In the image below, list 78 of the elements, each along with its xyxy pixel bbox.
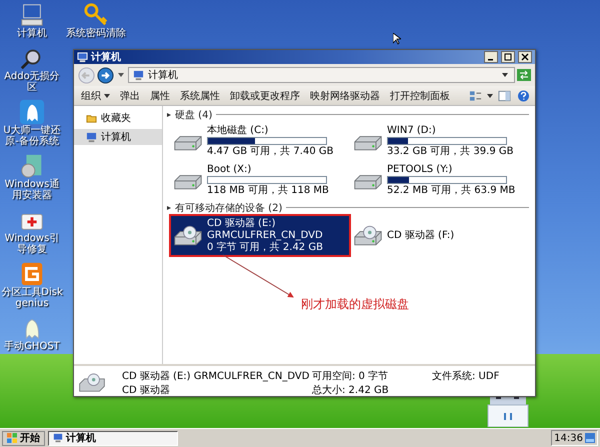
folder-icon (86, 112, 97, 124)
volume-label: GRMCULFRER_CN_DVD (207, 230, 323, 241)
mouse-cursor-icon (393, 33, 401, 45)
collapse-icon[interactable] (167, 206, 171, 210)
drive-item[interactable]: WIN7 (D:) 33.2 GB 可用，共 39.9 GB (351, 123, 529, 159)
drive-name: PETOOLS (Y:) (387, 164, 454, 175)
caret-icon[interactable] (502, 73, 508, 77)
desktop-icon-label[interactable]: 计算机 (1, 28, 63, 39)
cd-drive-icon (173, 224, 203, 246)
nav-label: 收藏夹 (101, 112, 131, 125)
drive-item[interactable]: 本地磁盘 (C:) 4.47 GB 可用，共 7.40 GB (171, 123, 349, 159)
drive-item[interactable]: CD 驱动器 (F:) (351, 216, 529, 255)
drive-space-text: 4.47 GB 可用，共 7.40 GB (207, 146, 334, 157)
nav-item[interactable]: 计算机 (74, 129, 162, 145)
drive-item[interactable]: CD 驱动器 (E:) GRMCULFRER_CN_DVD 0 字节 可用，共 2.42 GB (171, 216, 349, 255)
nav-item[interactable]: 收藏夹 (74, 110, 162, 126)
desktop-icon-label[interactable]: 系统密码清除 (65, 28, 127, 39)
computer-icon (53, 433, 63, 443)
drive-name: 本地磁盘 (C:) (207, 125, 270, 136)
show-desktop-icon[interactable] (585, 433, 595, 443)
desktop-icon-label[interactable]: U大师一键还原-备份系统 (1, 125, 63, 147)
toolbar-button[interactable]: 系统属性 (175, 87, 225, 104)
toolbar-button[interactable]: 映射网络驱动器 (305, 87, 385, 104)
drive-space-text: 118 MB 可用，共 118 MB (207, 185, 329, 196)
detail-total-size: 总大小: 2.42 GB (312, 384, 390, 397)
minimize-button[interactable] (484, 51, 498, 63)
help-icon[interactable] (517, 90, 530, 102)
drive-name: WIN7 (D:) (387, 125, 437, 136)
address-text: 计算机 (148, 68, 178, 82)
refresh-button[interactable] (517, 69, 531, 81)
computer-icon (77, 52, 88, 62)
maximize-button[interactable] (501, 51, 515, 63)
clock: 14:36 (554, 432, 583, 444)
annotation-text: 刚才加载的虚拟磁盘 (301, 296, 409, 313)
cd-drive-icon (78, 372, 106, 394)
collapse-icon[interactable] (167, 112, 171, 116)
computer-icon (86, 132, 97, 142)
drive-name: CD 驱动器 (F:) (387, 230, 454, 241)
taskbar-window-button[interactable]: 计算机 (48, 430, 178, 446)
drive-space-text: 52.2 MB 可用，共 63.9 MB (387, 185, 516, 196)
toolbar-button[interactable]: 打开控制面板 (385, 87, 455, 104)
nav-label: 计算机 (101, 130, 131, 144)
drive-name: CD 驱动器 (E:) (207, 218, 277, 229)
computer-icon[interactable] (19, 2, 45, 28)
computer-icon (133, 70, 144, 80)
desktop-icon-label[interactable]: Addo无损分区 (1, 71, 63, 93)
close-icon (521, 53, 529, 61)
window-title: 计算机 (91, 50, 121, 64)
toolbar-button[interactable]: 属性 (145, 87, 175, 104)
windows-flag-icon (7, 433, 17, 443)
toolbar-button[interactable]: 组织 (76, 87, 115, 104)
caret-icon[interactable] (487, 94, 493, 98)
partition-tool-icon[interactable] (19, 261, 45, 287)
drive-item[interactable]: Boot (X:) 118 MB 可用，共 118 MB (171, 162, 349, 198)
start-button[interactable]: 开始 (2, 430, 45, 446)
forward-button[interactable] (97, 66, 114, 84)
address-bar[interactable]: 计算机 (128, 67, 515, 83)
detail-type: CD 驱动器 (122, 384, 171, 397)
group-heading: 硬盘 (4) (175, 108, 212, 122)
caret-icon[interactable] (118, 73, 124, 77)
close-button[interactable] (518, 51, 532, 63)
drive-name: Boot (X:) (207, 164, 252, 175)
detail-name: CD 驱动器 (E:) GRMCULFRER_CN_DVD (122, 370, 310, 383)
detail-free-space: 可用空间: 0 字节 (312, 370, 390, 383)
desktop-icon-label[interactable]: Windows通用安装器 (1, 179, 63, 201)
key-icon[interactable] (83, 2, 109, 28)
drive-space-text: 33.2 GB 可用，共 39.9 GB (387, 146, 514, 157)
drive-space-text: 0 字节 可用，共 2.42 GB (207, 242, 323, 253)
ghost-icon[interactable] (19, 99, 45, 125)
drive-item[interactable]: PETOOLS (Y:) 52.2 MB 可用，共 63.9 MB (351, 162, 529, 198)
group-heading: 有可移动存储的设备 (2) (175, 202, 282, 214)
detail-file-system: 文件系统: UDF (432, 370, 500, 383)
views-icon[interactable] (469, 90, 482, 102)
preview-pane-icon[interactable] (498, 90, 511, 102)
toolbar-button[interactable]: 弹出 (115, 87, 145, 104)
maximize-icon (504, 53, 512, 61)
cd-drive-icon (353, 224, 383, 246)
toolbar-button[interactable]: 卸载或更改程序 (225, 87, 305, 104)
